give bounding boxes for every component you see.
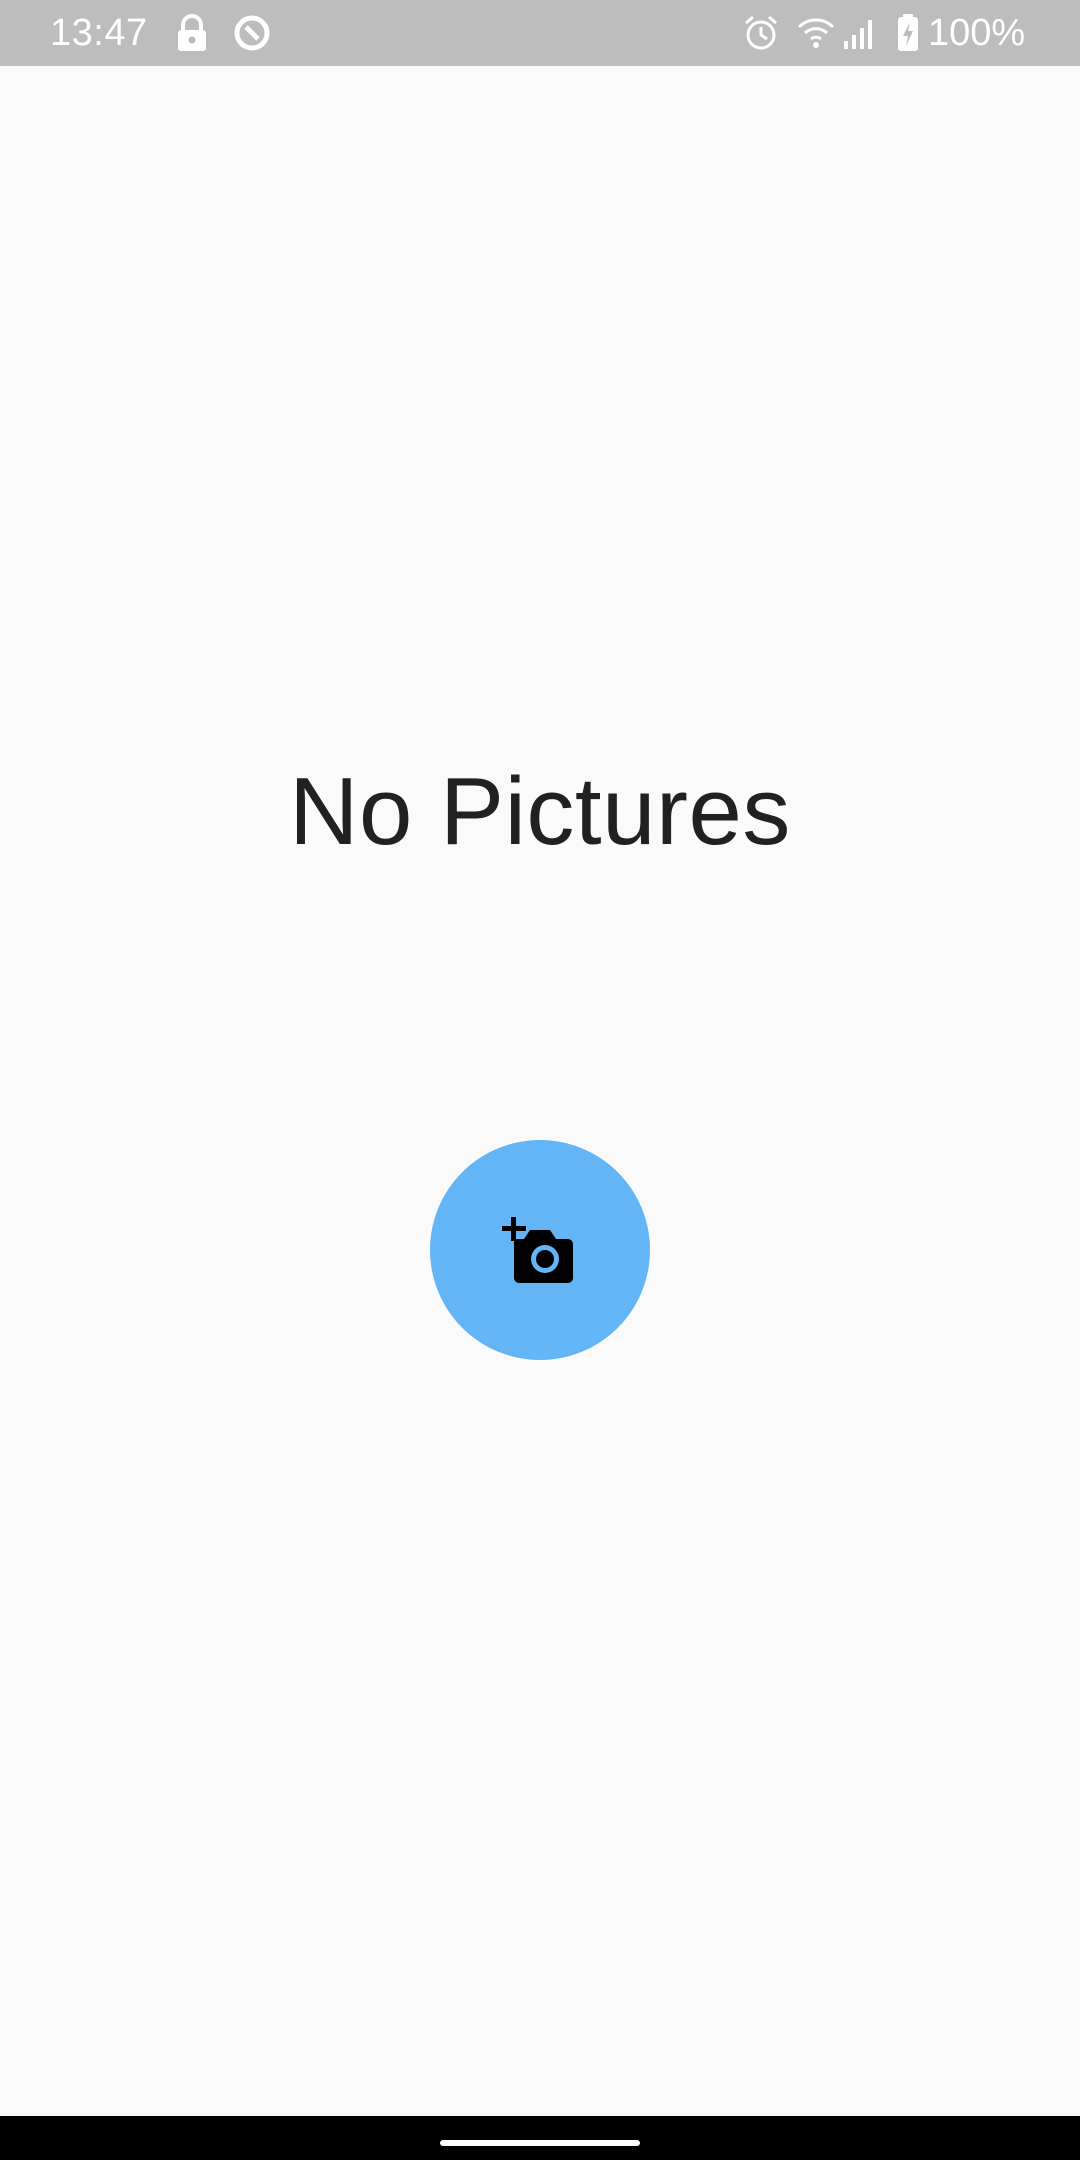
signal-icon	[844, 20, 872, 49]
empty-state-text: No Pictures	[289, 758, 791, 865]
battery-charging-icon	[898, 14, 918, 51]
wifi-icon	[797, 18, 835, 48]
add-photo-button[interactable]	[430, 1140, 650, 1360]
status-time: 13:47	[50, 12, 148, 54]
navigation-bar	[0, 2116, 1080, 2160]
data-saver-icon	[234, 15, 270, 51]
status-bar: 13:47 100%	[0, 0, 1080, 66]
add-a-photo-icon	[502, 1217, 573, 1283]
alarm-icon	[745, 15, 777, 50]
battery-percentage: 100%	[928, 12, 1026, 54]
lock-icon	[178, 14, 206, 51]
home-gesture-handle[interactable]	[440, 2140, 640, 2146]
